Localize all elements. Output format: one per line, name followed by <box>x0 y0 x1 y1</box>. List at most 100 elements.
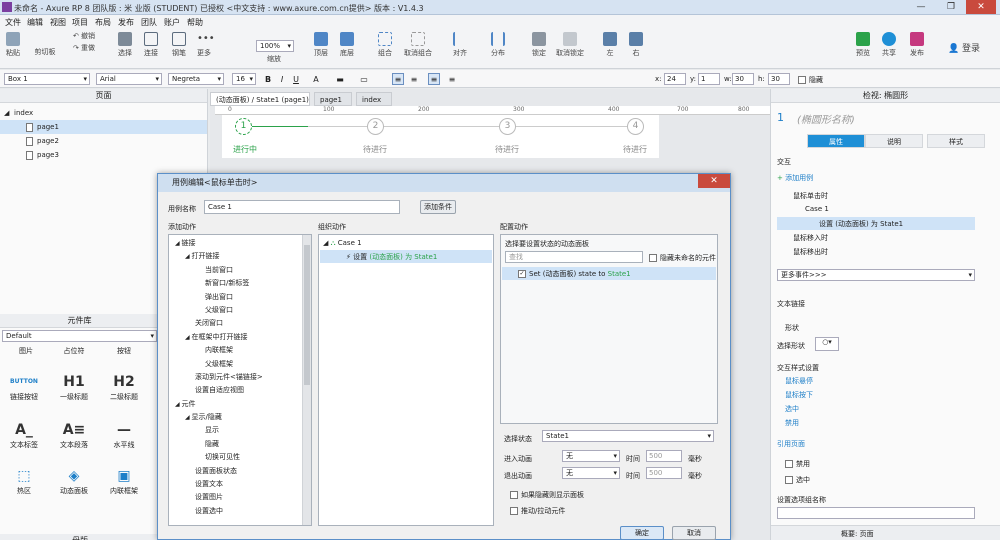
lib-h1[interactable]: H1 一级标题 <box>50 372 98 402</box>
page-tree-item-page2[interactable]: page2 <box>0 134 207 148</box>
align-left-button[interactable]: ≡ <box>392 73 404 85</box>
minimize-button[interactable]: — <box>906 0 936 14</box>
italic-button[interactable]: I <box>276 73 288 85</box>
font-color-button[interactable]: A <box>310 73 322 85</box>
ref-page-link[interactable]: 引用页面 <box>777 439 805 449</box>
config-panel-row[interactable]: ✓ Set (动态面板) state to State1 <box>502 267 716 280</box>
select-state-dropdown[interactable]: State1 <box>542 430 714 442</box>
lib-h2[interactable]: H2 二级标题 <box>100 372 148 402</box>
share-button[interactable]: 共享 <box>878 32 900 58</box>
dialog-close-button[interactable]: ✕ <box>698 174 730 188</box>
menu-edit[interactable]: 编辑 <box>27 17 43 28</box>
h-input[interactable]: 30 <box>768 73 790 85</box>
align-middle-button[interactable]: ≡ <box>428 73 440 85</box>
event-mouseenter[interactable]: 鼠标移入时 <box>793 233 828 243</box>
border-color-button[interactable]: ▭ <box>358 73 370 85</box>
cancel-button[interactable]: 取消 <box>672 526 716 540</box>
menu-project[interactable]: 项目 <box>72 17 88 28</box>
page-tree-item-page3[interactable]: page3 <box>0 148 207 162</box>
menu-team[interactable]: 团队 <box>141 17 157 28</box>
menu-view[interactable]: 视图 <box>50 17 66 28</box>
action-tree-item[interactable]: 切换可见性 <box>169 451 311 464</box>
action-tree-item[interactable]: ◢ 打开链接 <box>169 250 311 263</box>
exit-anim-select[interactable]: 无 <box>562 467 620 479</box>
publish-button[interactable]: 发布 <box>904 32 930 58</box>
interaction-section[interactable]: 交互 <box>777 157 791 167</box>
org-case-row[interactable]: ◢ ⛬ Case 1 <box>323 239 362 248</box>
action-tree-item[interactable]: 设置图片 <box>169 491 311 504</box>
enter-time-input[interactable]: 500 <box>646 450 682 462</box>
group-button[interactable]: 组合 <box>374 32 396 58</box>
right-button[interactable]: 右 <box>626 32 646 58</box>
tab-style[interactable]: 样式 <box>927 134 985 148</box>
step-4-circle[interactable]: 4 <box>627 118 644 135</box>
widget-select[interactable]: Box 1 <box>4 73 90 85</box>
page-tree-item-page1[interactable]: page1 <box>0 120 207 134</box>
w-input[interactable]: 30 <box>732 73 754 85</box>
org-action-row[interactable]: ⚡ 设置 (动态面板) 为 State1 <box>320 250 492 263</box>
action-tree-item[interactable]: ◢ 元件 <box>169 398 311 411</box>
style-mousedown-link[interactable]: 鼠标按下 <box>785 390 813 400</box>
show-if-hidden-checkbox[interactable]: 如果隐藏则显示面板 <box>510 490 584 500</box>
action-tree-item[interactable]: 当前窗口 <box>169 264 311 277</box>
menu-account[interactable]: 账户 <box>164 17 180 28</box>
action-tree-item[interactable]: 内联框架 <box>169 344 311 357</box>
case-name-input[interactable]: Case 1 <box>204 200 400 214</box>
more-tools-button[interactable]: ••• 更多 <box>192 32 216 58</box>
font-size-select[interactable]: 16 <box>232 73 256 85</box>
redo-button[interactable]: ↷ 重做 <box>70 43 98 53</box>
action-tree-item[interactable]: 父级框架 <box>169 358 311 371</box>
send-back-button[interactable]: 底层 <box>336 32 358 58</box>
lib-image[interactable]: 图片 <box>2 346 50 356</box>
zoom-select[interactable]: 100% <box>256 40 294 52</box>
page-tree-root[interactable]: ◢ index <box>0 106 207 120</box>
step-3-circle[interactable]: 3 <box>499 118 516 135</box>
fill-color-button[interactable]: ▬ <box>334 73 346 85</box>
disabled-checkbox[interactable]: 禁用 <box>785 459 810 469</box>
align-button[interactable]: 对齐 <box>448 32 472 58</box>
action-tree-item[interactable]: 新窗口/新标签 <box>169 277 311 290</box>
paste-button[interactable]: 粘贴 <box>2 32 24 58</box>
action-tree-item[interactable]: 滚动到元件<锚链接> <box>169 371 311 384</box>
select-tool-button[interactable]: 选择 <box>114 32 136 58</box>
action-tree-item[interactable]: ◢ 在框架中打开链接 <box>169 331 311 344</box>
menu-help[interactable]: 帮助 <box>187 17 203 28</box>
align-bottom-button[interactable]: ≡ <box>446 73 458 85</box>
hide-unnamed-checkbox[interactable]: 隐藏未命名的元件 <box>649 253 716 263</box>
lib-inline-frame[interactable]: ▣ 内联框架 <box>100 466 148 496</box>
text-link-section[interactable]: 文本链接 <box>777 299 805 309</box>
lib-placeholder[interactable]: 占位符 <box>50 346 98 356</box>
style-selected-link[interactable]: 选中 <box>785 404 799 414</box>
bring-front-button[interactable]: 顶层 <box>310 32 332 58</box>
lock-button[interactable]: 锁定 <box>528 32 550 58</box>
shape-section[interactable]: 形状 <box>785 323 799 333</box>
config-search-input[interactable]: 查找 <box>505 251 643 263</box>
menu-layout[interactable]: 布局 <box>95 17 111 28</box>
group-name-input[interactable] <box>777 507 975 519</box>
undo-button[interactable]: ↶ 撤销 <box>70 31 98 41</box>
style-hover-link[interactable]: 鼠标悬停 <box>785 376 813 386</box>
enter-anim-select[interactable]: 无 <box>562 450 620 462</box>
more-events-select[interactable]: 更多事件>>> <box>777 269 975 281</box>
bold-button[interactable]: B <box>262 73 274 85</box>
style-disabled-link[interactable]: 禁用 <box>785 418 799 428</box>
action-tree-item[interactable]: 显示 <box>169 424 311 437</box>
unlock-button[interactable]: 取消锁定 <box>552 32 588 58</box>
action-tree-item[interactable]: 父级窗口 <box>169 304 311 317</box>
y-input[interactable]: 1 <box>698 73 720 85</box>
login-button[interactable]: 👤 登录 <box>944 41 984 54</box>
tab-dynamic-panel[interactable]: (动态面板) / State1 (page1) <box>210 92 310 106</box>
action-tree-scrollbar[interactable] <box>302 235 311 525</box>
selected-checkbox[interactable]: 选中 <box>785 475 810 485</box>
underline-button[interactable]: U <box>290 73 302 85</box>
connect-tool-button[interactable]: 连接 <box>140 32 162 58</box>
tab-notes[interactable]: 说明 <box>865 134 923 148</box>
hidden-checkbox[interactable]: 隐藏 <box>798 75 823 85</box>
menu-publish[interactable]: 发布 <box>118 17 134 28</box>
action-tree-item[interactable]: 设置面板状态 <box>169 465 311 478</box>
align-center-button[interactable]: ≡ <box>408 73 420 85</box>
lib-label[interactable]: A_ 文本标签 <box>0 420 48 450</box>
event-action-row[interactable]: 设置 (动态面板) 为 State1 <box>777 217 975 230</box>
preview-button[interactable]: 预览 <box>852 32 874 58</box>
pen-tool-button[interactable]: 钢笔 <box>168 32 190 58</box>
